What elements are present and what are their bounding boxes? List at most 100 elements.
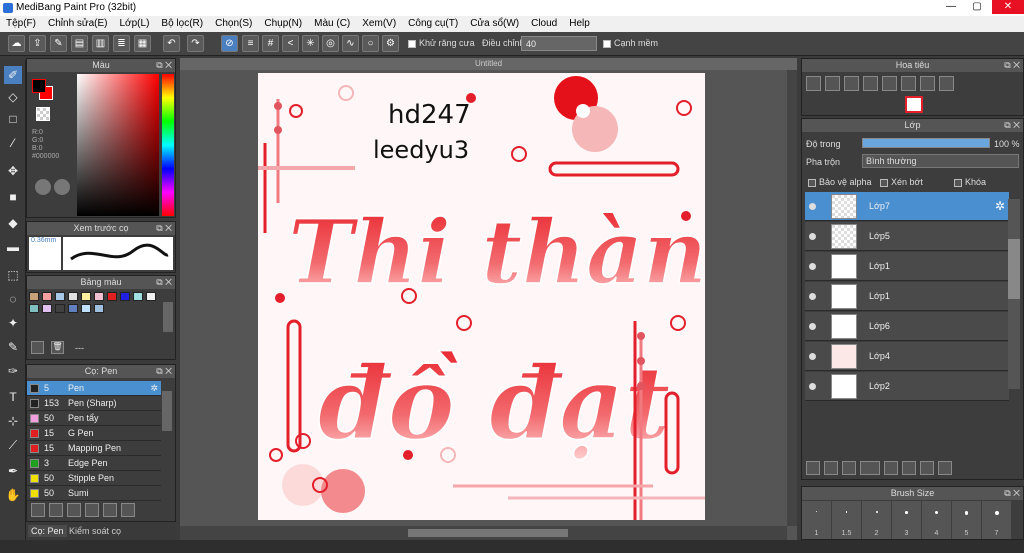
palette-swatch[interactable]	[146, 292, 156, 301]
zoom-out-icon[interactable]	[825, 76, 840, 91]
gear-icon[interactable]: ✲	[995, 199, 1005, 213]
brush-tool-icon[interactable]: ✐	[4, 66, 22, 84]
opacity-slider[interactable]	[862, 138, 990, 148]
operation-tool-icon[interactable]: ⊹	[4, 412, 22, 430]
brush-size-preset[interactable]: 1.5	[832, 501, 862, 539]
canvas[interactable]: hd247 leedyu3 Thi thành đồ đạt	[258, 73, 705, 520]
close-button[interactable]: ✕	[992, 0, 1024, 14]
cross-snap-icon[interactable]: #	[262, 35, 279, 52]
lasso-tool-icon[interactable]: ◌	[4, 290, 22, 308]
delete-layer-icon[interactable]	[938, 461, 952, 475]
palette-swatch[interactable]	[133, 292, 143, 301]
menu-tools[interactable]: Công cụ(T)	[402, 16, 464, 32]
layer-item[interactable]: Lớp4	[805, 342, 1009, 371]
eye-icon[interactable]	[809, 203, 816, 210]
menu-select[interactable]: Chọn(S)	[209, 16, 258, 32]
primary-color-swatch[interactable]	[32, 79, 46, 93]
parallel-snap-icon[interactable]: ≡	[242, 35, 259, 52]
brush-dropdown-icon[interactable]	[67, 503, 81, 517]
eye-icon[interactable]	[809, 263, 816, 270]
palette-swatch[interactable]	[81, 304, 91, 313]
cloud-icon[interactable]: ☁	[8, 35, 25, 52]
radial-snap-icon[interactable]: ✳	[302, 35, 319, 52]
scrollbar-thumb[interactable]	[408, 529, 568, 537]
gear-icon[interactable]: ✲	[150, 381, 158, 395]
menu-window[interactable]: Cửa sổ(W)	[464, 16, 525, 32]
layer-item[interactable]: Lớp5	[805, 222, 1009, 251]
concentric-snap-icon[interactable]: ◎	[322, 35, 339, 52]
delete-palette-icon[interactable]: 🗑	[51, 341, 64, 354]
actual-size-icon[interactable]	[863, 76, 878, 91]
page-icon[interactable]: ▤	[71, 35, 88, 52]
brush-add-icon[interactable]	[31, 503, 45, 517]
text-tool-icon[interactable]: T	[4, 388, 22, 406]
redo-icon[interactable]: ↷	[187, 35, 204, 52]
close-icon[interactable]: ⧉ ✕	[156, 365, 172, 378]
menu-cloud[interactable]: Cloud	[525, 16, 563, 32]
layer-item[interactable]: Lớp6	[805, 312, 1009, 341]
brush-size-preset[interactable]: 3	[892, 501, 922, 539]
close-icon[interactable]: ⧉ ✕	[1004, 119, 1020, 132]
undo-icon[interactable]: ↶	[163, 35, 180, 52]
divide-tool-icon[interactable]: ⟋	[4, 436, 22, 454]
brush-folder-icon[interactable]	[103, 503, 117, 517]
eye-icon[interactable]	[809, 353, 816, 360]
brush-item[interactable]: 3 Edge Pen	[27, 456, 161, 471]
brush-item[interactable]: 50 Stipple Pen	[27, 471, 161, 486]
protect-alpha-checkbox[interactable]: Bảo vệ alpha	[808, 177, 872, 187]
list-icon[interactable]: ≣	[113, 35, 130, 52]
fill-tool-icon[interactable]: ◆	[4, 214, 22, 232]
layer-scrollbar[interactable]	[1008, 199, 1020, 389]
brush-size-preset[interactable]: 1	[802, 501, 832, 539]
brush-file-icon[interactable]	[85, 503, 99, 517]
smooth-checkbox[interactable]: Cạnh mềm	[603, 38, 658, 48]
new-palette-icon[interactable]	[31, 341, 44, 354]
menu-edit[interactable]: Chỉnh sửa(E)	[42, 16, 114, 32]
eyedropper-icon[interactable]: ✒	[4, 462, 22, 480]
rotate-left-icon[interactable]	[882, 76, 897, 91]
brush-copy-icon[interactable]	[49, 503, 63, 517]
canvas-horizontal-scrollbar[interactable]	[180, 526, 787, 540]
comment-icon[interactable]: ✎	[50, 35, 67, 52]
close-icon[interactable]: ⧉ ✕	[156, 276, 172, 289]
rect-tool-icon[interactable]: □	[4, 110, 22, 128]
circle-snap-icon[interactable]: ○	[362, 35, 379, 52]
brush-item[interactable]: 50 Sumi	[27, 486, 161, 501]
snap-off-icon[interactable]: ⊘	[221, 35, 238, 52]
transparent-swatch[interactable]	[36, 107, 50, 121]
duplicate-layer-icon[interactable]	[902, 461, 916, 475]
layer-folder-icon[interactable]	[884, 461, 898, 475]
brush-duplicate-icon[interactable]	[121, 503, 135, 517]
layer-item[interactable]: Lớp2	[805, 372, 1009, 401]
menu-help[interactable]: Help	[563, 16, 596, 32]
reset-view-icon[interactable]	[901, 76, 916, 91]
brush-item[interactable]: 50 Pen tẩy	[27, 411, 161, 426]
adjust-input[interactable]: 40	[521, 36, 597, 51]
close-icon[interactable]: ⧉ ✕	[1004, 59, 1020, 72]
select-rect-icon[interactable]: ⬚	[4, 266, 22, 284]
layer-item[interactable]: Lớp1	[805, 252, 1009, 281]
shape-tool-icon[interactable]: ■	[4, 188, 22, 206]
menu-snap[interactable]: Chụp(N)	[258, 16, 308, 32]
new-layer-icon[interactable]	[806, 461, 820, 475]
hand-tool-icon[interactable]: ✋	[4, 486, 22, 504]
maximize-button[interactable]: ▢	[964, 0, 990, 14]
palette-swatch[interactable]	[68, 304, 78, 313]
fit-icon[interactable]	[844, 76, 859, 91]
merge-layer-icon[interactable]	[920, 461, 934, 475]
palette-swatch[interactable]	[68, 292, 78, 301]
brush-size-preset[interactable]: 7	[982, 501, 1012, 539]
eye-icon[interactable]	[809, 293, 816, 300]
brush-size-preset[interactable]: 2	[862, 501, 892, 539]
palette-swatch[interactable]	[29, 304, 39, 313]
move-tool-icon[interactable]: ✥	[4, 162, 22, 180]
brush-item[interactable]: 15 Mapping Pen	[27, 441, 161, 456]
dot-tool-icon[interactable]: ⁄	[4, 134, 22, 152]
zoom-in-icon[interactable]	[806, 76, 821, 91]
brush-size-preset[interactable]: 5	[952, 501, 982, 539]
eye-icon[interactable]	[809, 323, 816, 330]
palette-swatch[interactable]	[120, 292, 130, 301]
share-icon[interactable]: ⇪	[29, 35, 46, 52]
eraser-tool-icon[interactable]: ◇	[4, 88, 22, 106]
eye-icon[interactable]	[809, 233, 816, 240]
